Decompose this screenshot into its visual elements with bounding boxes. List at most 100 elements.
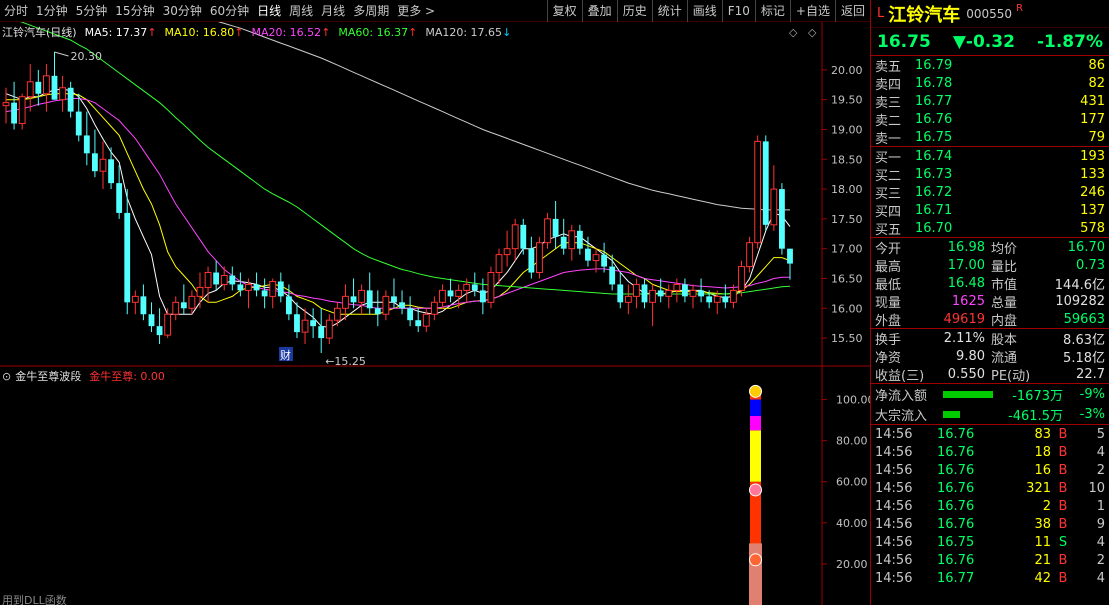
sub-legend-icon[interactable]: ⊙ — [2, 370, 11, 383]
candle-body[interactable] — [399, 302, 405, 309]
candle-body[interactable] — [665, 289, 673, 297]
candle-body[interactable] — [407, 308, 414, 321]
candle-body[interactable] — [172, 301, 180, 315]
candle-body[interactable] — [471, 284, 478, 291]
candle-body[interactable] — [544, 218, 551, 244]
period-tab[interactable]: 60分钟 — [206, 0, 253, 22]
candle-body[interactable] — [391, 296, 397, 303]
bids-row[interactable]: 买一 16.74 193 — [871, 147, 1109, 166]
tool-button[interactable]: +自选 — [789, 0, 835, 22]
asks-row[interactable]: 卖五 16.79 86 — [871, 56, 1109, 75]
candle-body[interactable] — [204, 272, 212, 288]
candle-body[interactable] — [333, 307, 341, 321]
candle-body[interactable] — [213, 272, 220, 285]
candle-body[interactable] — [180, 302, 187, 309]
candle-body[interactable] — [310, 320, 317, 327]
candle-body[interactable] — [188, 295, 196, 309]
candle-body[interactable] — [738, 266, 745, 291]
candle-body[interactable] — [277, 281, 284, 297]
candle-body[interactable] — [746, 242, 753, 268]
candle-body[interactable] — [220, 275, 228, 285]
candle-body[interactable] — [689, 289, 697, 297]
diamond-icon[interactable]: ◇ — [789, 26, 798, 39]
tool-button[interactable]: 画线 — [686, 0, 722, 22]
period-tab[interactable]: 1分钟 — [32, 0, 72, 22]
period-tab[interactable]: 5分钟 — [72, 0, 112, 22]
candle-body[interactable] — [285, 296, 292, 315]
candle-body[interactable] — [99, 158, 107, 172]
candle-body[interactable] — [520, 224, 527, 249]
candle-body[interactable] — [269, 280, 277, 297]
asks-row[interactable]: 卖四 16.78 82 — [871, 74, 1109, 93]
candle-body[interactable] — [131, 295, 139, 303]
candle-body[interactable] — [779, 189, 785, 249]
candle-body[interactable] — [358, 289, 366, 303]
candle-body[interactable] — [108, 159, 114, 184]
candle-body[interactable] — [83, 135, 90, 154]
period-tab[interactable]: 15分钟 — [111, 0, 158, 22]
candle-body[interactable] — [487, 272, 495, 303]
period-tab[interactable]: 多周期 — [349, 0, 393, 22]
candle-body[interactable] — [617, 284, 624, 303]
candle-body[interactable] — [479, 290, 486, 303]
candle-body[interactable] — [116, 183, 123, 213]
candle-body[interactable] — [754, 140, 762, 244]
bids-row[interactable]: 买四 16.71 137 — [871, 201, 1109, 220]
candle-body[interactable] — [342, 295, 349, 309]
candle-body[interactable] — [422, 313, 430, 327]
tool-button[interactable]: 叠加 — [581, 0, 617, 22]
candle-body[interactable] — [592, 254, 600, 262]
candle-body[interactable] — [67, 87, 74, 112]
candle-body[interactable] — [552, 218, 559, 237]
kline-chart-area[interactable]: 20.00 19.50 19.00 18.50 18.00 17.50 17.00 16.50… — [0, 22, 870, 605]
candle-body[interactable] — [156, 326, 163, 336]
candle-body[interactable] — [59, 87, 66, 101]
candle-body[interactable] — [447, 290, 454, 297]
bids-row[interactable]: 买三 16.72 246 — [871, 183, 1109, 202]
candle-body[interactable] — [568, 230, 576, 250]
tool-button[interactable]: 复权 — [546, 0, 582, 22]
candle-body[interactable] — [430, 301, 438, 315]
candle-body[interactable] — [528, 248, 535, 273]
candle-body[interactable] — [374, 308, 381, 315]
candle-body[interactable] — [762, 141, 769, 225]
candle-body[interactable] — [641, 284, 648, 303]
candle-body[interactable] — [301, 319, 309, 333]
tool-button[interactable]: 统计 — [651, 0, 687, 22]
tool-button[interactable]: 返回 — [834, 0, 870, 22]
bids-row[interactable]: 买五 16.70 578 — [871, 219, 1109, 238]
candle-body[interactable] — [43, 75, 50, 95]
candle-body[interactable] — [682, 284, 688, 297]
candle-body[interactable] — [673, 283, 681, 291]
period-tab[interactable]: 月线 — [317, 0, 349, 22]
candle-body[interactable] — [722, 296, 729, 303]
period-tab[interactable]: 分时 — [0, 0, 32, 22]
diamond-icon[interactable]: ◇ — [808, 26, 817, 39]
candle-body[interactable] — [75, 111, 82, 136]
candle-body[interactable] — [698, 290, 705, 297]
period-tab[interactable]: 30分钟 — [159, 0, 206, 22]
candle-body[interactable] — [11, 102, 17, 124]
candle-body[interactable] — [657, 290, 664, 297]
bids-row[interactable]: 买二 16.73 133 — [871, 165, 1109, 184]
candle-body[interactable] — [253, 284, 260, 291]
candle-body[interactable] — [503, 248, 511, 256]
candle-body[interactable] — [601, 254, 608, 267]
candle-body[interactable] — [415, 320, 422, 327]
tool-button[interactable]: F10 — [721, 0, 755, 22]
candle-body[interactable] — [124, 212, 131, 303]
candle-body[interactable] — [706, 296, 713, 303]
candle-body[interactable] — [35, 81, 42, 94]
candle-body[interactable] — [245, 283, 252, 291]
candle-body[interactable] — [51, 75, 58, 100]
candle-body[interactable] — [713, 295, 721, 303]
candle-body[interactable] — [770, 188, 778, 226]
candle-body[interactable] — [560, 236, 567, 249]
candle-body[interactable] — [148, 314, 155, 327]
period-tab[interactable]: 更多 > — [393, 0, 439, 22]
candle-body[interactable] — [609, 266, 616, 285]
period-tab[interactable]: 周线 — [285, 0, 317, 22]
candle-body[interactable] — [495, 254, 503, 274]
candle-body[interactable] — [294, 314, 300, 333]
candle-body[interactable] — [624, 295, 632, 303]
